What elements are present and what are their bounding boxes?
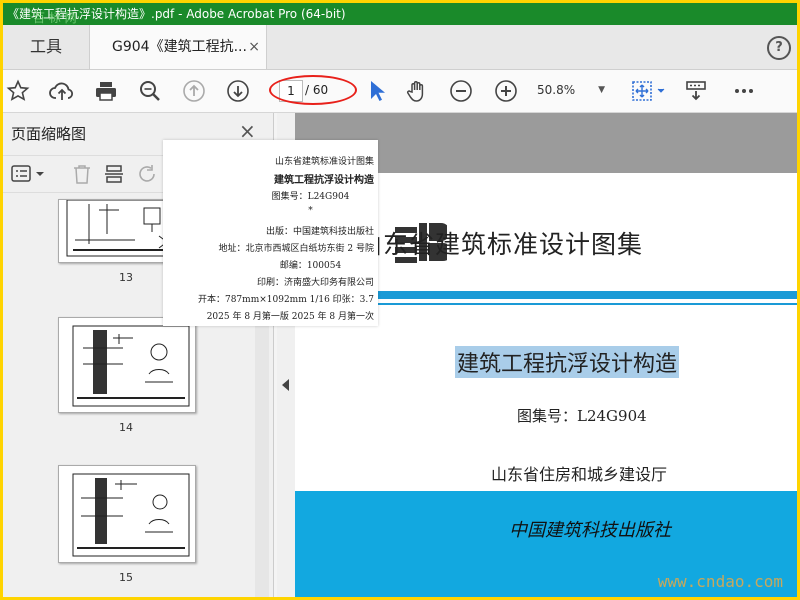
bookmark-star-icon[interactable] (5, 78, 31, 104)
delete-page-icon[interactable] (71, 163, 93, 185)
atlas-number: 图集号：L24G904 (517, 407, 647, 425)
zoom-search-icon[interactable] (137, 78, 163, 104)
insert-page-icon[interactable] (103, 163, 125, 185)
stamp-tool-icon[interactable] (683, 78, 709, 104)
tab-document[interactable]: G904《建筑工程抗... × (89, 25, 267, 69)
thumbnail-page-14[interactable] (58, 317, 196, 413)
help-icon[interactable]: ? (767, 36, 791, 60)
hand-tool-icon[interactable] (404, 78, 430, 104)
thumbnail-number-14: 14 (119, 421, 133, 434)
rotate-page-icon[interactable] (137, 163, 159, 185)
tab-bar: 工具 G904《建筑工程抗... × ? (3, 25, 797, 70)
zoom-in-icon[interactable] (493, 78, 519, 104)
red-annotation-circle (269, 75, 357, 105)
tab-close-icon[interactable]: × (248, 25, 260, 69)
select-cursor-icon[interactable] (363, 78, 389, 104)
next-page-icon[interactable] (225, 78, 251, 104)
tab-tools[interactable]: 工具 (3, 25, 89, 69)
page-14-preview (72, 325, 190, 407)
overlay-publisher: 出版：中国建筑科技出版社 (265, 227, 374, 237)
main-toolbar: 1 / 60 50.8% ▼ (3, 70, 797, 113)
window-titlebar: 《建筑工程抗浮设计构造》.pdf - Adobe Acrobat Pro (64… (3, 3, 797, 25)
issuing-department: 山东省住房和城乡建设厅 (491, 465, 668, 484)
more-icon[interactable] (731, 78, 757, 104)
fit-page-icon[interactable] (629, 78, 669, 104)
page-info-overlay: 山东省建筑标准设计图集 建筑工程抗浮设计构造 图集号：L24G904 * 出版：… (163, 140, 378, 326)
overlay-address: 地址：北京市西城区白纸坊东街 2 号院 (218, 244, 374, 254)
document-title[interactable]: 建筑工程抗浮设计构造 (455, 346, 680, 378)
overlay-title: 建筑工程抗浮设计构造 (274, 175, 374, 186)
page-15-preview (72, 473, 190, 557)
zoom-out-icon[interactable] (448, 78, 474, 104)
overlay-star: * (308, 206, 313, 216)
acrobat-window: 《建筑工程抗浮设计构造》.pdf - Adobe Acrobat Pro (64… (3, 3, 797, 597)
overlay-postcode: 邮编：100054 (279, 261, 342, 271)
prev-page-icon[interactable] (181, 78, 207, 104)
print-icon[interactable] (93, 78, 119, 104)
collapse-arrow-icon (282, 379, 289, 391)
zoom-level-value: 50.8% (537, 83, 576, 97)
tab-document-label: G904《建筑工程抗... (112, 39, 247, 55)
overlay-edition: 2025 年 8 月第一版 2025 年 8 月第一次 (206, 312, 374, 322)
overlay-format: 开本：787mm×1092mm 1/16 印张：3.7 (197, 295, 374, 305)
zoom-level-dropdown[interactable]: 50.8% ▼ (537, 79, 607, 101)
panel-title: 页面缩略图 (11, 125, 87, 143)
overlay-series: 山东省建筑标准设计图集 (274, 157, 374, 167)
overlay-atlas: 图集号：L24G904 (271, 192, 350, 202)
publisher-heading: 山东省建筑标准设计图集 (357, 230, 644, 259)
thumbnail-options-icon[interactable] (11, 164, 47, 184)
thumbnail-page-15[interactable] (58, 465, 196, 563)
press-name: 中国建筑科技出版社 (509, 520, 671, 541)
chevron-down-icon: ▼ (598, 85, 605, 95)
cloud-upload-icon[interactable] (49, 78, 75, 104)
overlay-printer: 印刷：济南盛大印务有限公司 (256, 278, 374, 288)
site-watermark: www.cndao.com (657, 572, 783, 591)
thumbnail-number-15: 15 (119, 571, 133, 584)
